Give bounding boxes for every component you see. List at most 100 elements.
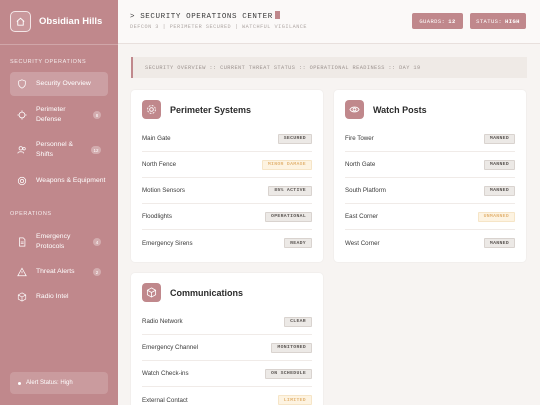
- sidebar-item-weapons-equipment[interactable]: Weapons & Equipment: [10, 172, 108, 190]
- list-item: Radio Network CLEAR: [142, 309, 312, 335]
- status-tag: UNMANNED: [477, 211, 515, 222]
- sidebar-item-threat-alerts[interactable]: Threat Alerts 2: [10, 263, 108, 281]
- count-badge: 4: [93, 238, 101, 246]
- card-header: Perimeter Systems: [142, 100, 251, 119]
- row-label: Emergency Channel: [142, 344, 199, 351]
- app-name: Obsidian Hills: [39, 16, 103, 27]
- status-tag: CLEAR: [284, 316, 312, 327]
- status-badge: STATUS: HIGH: [470, 13, 526, 29]
- status-tag: MONITORED: [271, 342, 312, 353]
- row-label: North Gate: [345, 161, 376, 168]
- sidebar-item-perimeter-defense[interactable]: Perimeter Defense 8: [10, 102, 108, 128]
- sidebar-item-label: Security Overview: [36, 80, 91, 87]
- status-label: STATUS:: [476, 17, 503, 25]
- count-badge: 8: [93, 111, 101, 119]
- crosshair-icon: [16, 110, 27, 121]
- status-tag: 85% ACTIVE: [268, 185, 312, 196]
- row-label: South Platform: [345, 187, 386, 194]
- sidebar-item-personnel-shifts[interactable]: Personnel & Shifts 12: [10, 137, 108, 163]
- status-tag: ON SCHEDULE: [265, 368, 312, 379]
- list-item: West Corner MANNED: [345, 230, 515, 256]
- sidebar-item-label: Radio Intel: [36, 293, 69, 300]
- sidebar-item-label: Emergency Protocols: [36, 233, 71, 250]
- cube-icon: [142, 283, 161, 302]
- status-tag: MINOR DAMAGE: [261, 159, 312, 170]
- target-icon: [16, 176, 27, 187]
- row-label: North Fence: [142, 161, 177, 168]
- perimeter-systems-card: Perimeter Systems Main Gate SECURED Nort…: [131, 90, 323, 262]
- nav-section-security: Security Operations: [10, 59, 87, 65]
- guards-badge: GUARDS: 12: [412, 13, 463, 29]
- list-item: Main Gate SECURED: [142, 126, 312, 152]
- alert-status: Alert Status: High: [10, 372, 108, 394]
- home-icon: [10, 11, 31, 32]
- page-title-text: > SECURITY OPERATIONS CENTER: [130, 13, 273, 21]
- list-item: External Contact LIMITED: [142, 387, 312, 405]
- cursor-icon: [274, 11, 280, 19]
- page-subtitle: DEFCON 3 | PERIMETER SECURED | WATCHFUL …: [130, 24, 308, 30]
- watch-posts-card: Watch Posts Fire Tower MANNED North Gate…: [334, 90, 526, 262]
- row-label: East Corner: [345, 213, 379, 220]
- status-tag: SECURED: [277, 133, 312, 144]
- card-header: Communications: [142, 283, 243, 302]
- header: > SECURITY OPERATIONS CENTER DEFCON 3 | …: [118, 0, 540, 44]
- list-item: Motion Sensors 85% ACTIVE: [142, 178, 312, 204]
- row-label: Radio Network: [142, 318, 183, 325]
- sidebar-item-label: Threat Alerts: [36, 268, 75, 275]
- list-item: East Corner UNMANNED: [345, 204, 515, 230]
- brand[interactable]: Obsidian Hills: [10, 11, 102, 32]
- row-label: Motion Sensors: [142, 187, 185, 194]
- row-label: Floodlights: [142, 213, 172, 220]
- row-label: Main Gate: [142, 135, 171, 142]
- row-label: Emergency Sirens: [142, 239, 193, 247]
- sidebar-item-emergency-protocols[interactable]: Emergency Protocols 4: [10, 229, 108, 255]
- card-title: Perimeter Systems: [170, 104, 252, 115]
- card-header: Watch Posts: [345, 100, 427, 119]
- sidebar-item-label: Personnel & Shifts: [36, 141, 74, 158]
- sidebar: Obsidian Hills Security Operations Secur…: [0, 0, 118, 405]
- list-item: Fire Tower MANNED: [345, 126, 515, 152]
- count-badge: 2: [93, 268, 101, 276]
- status-tag: MANNED: [483, 238, 515, 248]
- box-icon: [16, 292, 27, 303]
- status-tag: MANNED: [483, 133, 515, 144]
- row-label: Watch Check-ins: [142, 370, 189, 377]
- divider: [0, 44, 118, 45]
- status-tag: READY: [284, 238, 312, 248]
- list-item: North Fence MINOR DAMAGE: [142, 152, 312, 178]
- guards-label: GUARDS:: [419, 17, 446, 25]
- alert-status-text: Alert Status: High: [26, 380, 73, 386]
- sidebar-item-label: Perimeter Defense: [36, 106, 66, 123]
- card-title: Watch Posts: [373, 104, 427, 115]
- row-label: West Corner: [345, 239, 380, 247]
- list-item: Watch Check-ins ON SCHEDULE: [142, 361, 312, 387]
- sidebar-item-label: Weapons & Equipment: [36, 177, 106, 184]
- page-title: > SECURITY OPERATIONS CENTER: [130, 11, 280, 21]
- users-icon: [16, 145, 27, 156]
- count-badge: 12: [91, 146, 101, 154]
- status-dot-icon: [18, 381, 21, 385]
- status-tag: MANNED: [483, 159, 515, 170]
- sidebar-item-radio-intel[interactable]: Radio Intel: [10, 288, 108, 306]
- document-icon: [16, 237, 27, 248]
- eye-icon: [345, 100, 364, 119]
- list-item: Emergency Sirens READY: [142, 230, 312, 256]
- guards-value: 12: [448, 17, 456, 25]
- warning-icon: [16, 267, 27, 278]
- status-value: HIGH: [505, 17, 520, 25]
- status-tag: OPERATIONAL: [265, 211, 312, 222]
- list-item: South Platform MANNED: [345, 178, 515, 204]
- list-item: Emergency Channel MONITORED: [142, 335, 312, 361]
- gear-icon: [142, 100, 161, 119]
- status-ticker: SECURITY OVERVIEW :: CURRENT THREAT STAT…: [131, 57, 527, 78]
- communications-card: Communications Radio Network CLEAR Emerg…: [131, 273, 323, 405]
- list-item: North Gate MANNED: [345, 152, 515, 178]
- shield-icon: [16, 79, 27, 90]
- list-item: Floodlights OPERATIONAL: [142, 204, 312, 230]
- row-label: Fire Tower: [345, 135, 374, 142]
- status-tag: LIMITED: [277, 395, 312, 405]
- sidebar-item-security-overview[interactable]: Security Overview: [10, 72, 108, 96]
- nav-section-operations: Operations: [10, 211, 52, 217]
- card-title: Communications: [170, 287, 244, 298]
- row-label: External Contact: [142, 396, 188, 404]
